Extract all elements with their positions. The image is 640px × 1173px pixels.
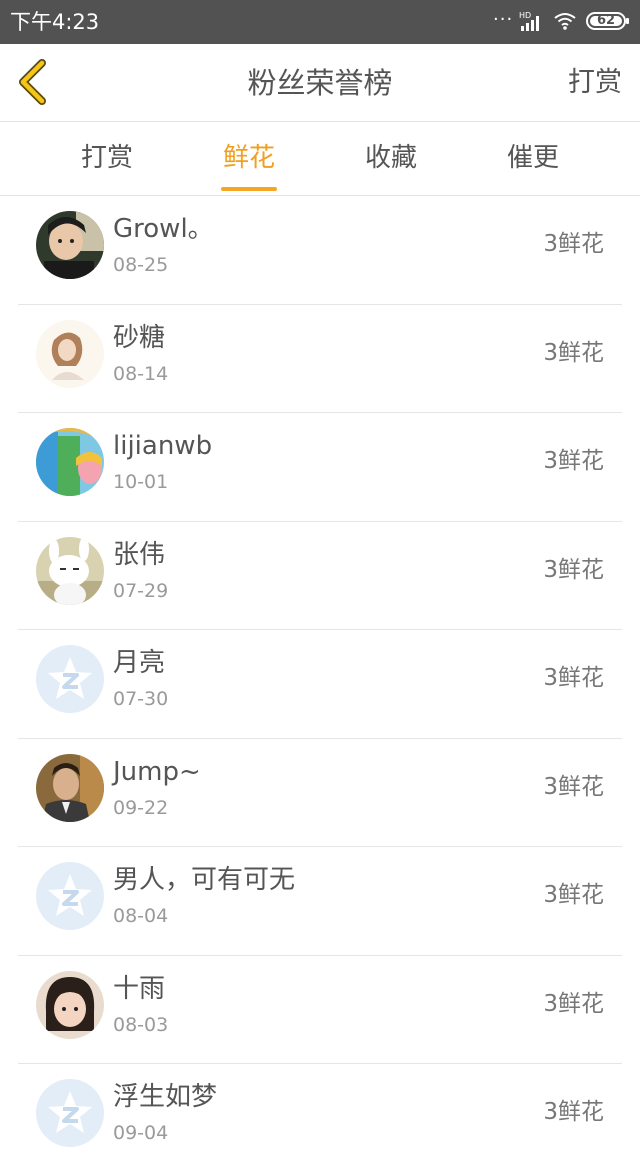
default-avatar-icon [36, 862, 104, 930]
fan-date: 08-04 [113, 905, 169, 927]
tab-urge-update[interactable]: 催更 [462, 122, 604, 195]
default-avatar-icon [36, 1079, 104, 1147]
flower-count: 3鲜花 [543, 1099, 604, 1125]
fan-date: 08-14 [113, 362, 169, 385]
avatar[interactable] [36, 645, 104, 713]
fan-row[interactable]: 男人，可有可无 08-04 3鲜花 [0, 847, 640, 956]
fan-name: 张伟 [113, 539, 166, 570]
fan-name: 浮生如梦 [113, 1082, 218, 1112]
fan-list: Growl。 08-25 3鲜花 砂糖 08-14 3鲜花 lijianwb 1… [0, 196, 640, 1173]
fan-row[interactable]: 张伟 07-29 3鲜花 [0, 522, 640, 630]
fan-name: Growl。 [113, 214, 214, 244]
fan-name: lijianwb [113, 431, 213, 461]
status-bar: 下午4:23 ··· HD 62 [0, 0, 640, 44]
page-title: 粉丝荣誉榜 [247, 66, 393, 100]
battery-level: 62 [596, 13, 616, 28]
avatar[interactable] [36, 1079, 104, 1147]
avatar[interactable] [36, 862, 104, 930]
fan-row[interactable]: Jump~ 09-22 3鲜花 [0, 739, 640, 847]
fan-row[interactable]: 十雨 08-03 3鲜花 [0, 956, 640, 1064]
fan-date: 07-29 [113, 579, 169, 602]
top-bar: 粉丝荣誉榜 打赏 [0, 44, 640, 122]
tab-label: 鲜花 [222, 143, 275, 173]
svg-text:HD: HD [519, 11, 531, 20]
avatar[interactable] [36, 211, 104, 279]
avatar[interactable] [36, 970, 104, 1039]
fan-date: 10-01 [113, 471, 169, 493]
flower-count: 3鲜花 [543, 231, 604, 257]
tab-flowers[interactable]: 鲜花 [178, 122, 320, 195]
flower-count: 3鲜花 [543, 990, 604, 1017]
flower-count: 3鲜花 [543, 556, 604, 583]
flower-count: 3鲜花 [543, 773, 604, 800]
fan-name: 月亮 [113, 648, 166, 678]
more-dots-icon: ··· [493, 9, 514, 30]
fan-row[interactable]: 月亮 07-30 3鲜花 [0, 630, 640, 739]
tab-label: 催更 [506, 143, 559, 173]
avatar[interactable] [36, 536, 104, 605]
fan-name: 十雨 [113, 973, 166, 1004]
signal-icon: HD [519, 11, 539, 31]
tab-reward[interactable]: 打赏 [36, 122, 178, 195]
avatar[interactable] [36, 753, 104, 822]
fan-name: 砂糖 [113, 322, 166, 353]
avatar[interactable] [36, 319, 104, 388]
fan-row[interactable]: 砂糖 08-14 3鲜花 [0, 305, 640, 413]
fan-date: 09-04 [113, 1122, 169, 1144]
default-avatar-icon [36, 645, 104, 713]
fan-date: 07-30 [113, 688, 169, 710]
fan-date: 09-22 [113, 796, 169, 819]
flower-count: 3鲜花 [543, 339, 604, 366]
tab-label: 打赏 [80, 143, 133, 173]
tab-bar: 打赏 鲜花 收藏 催更 [0, 122, 640, 196]
flower-count: 3鲜花 [543, 882, 604, 908]
tab-favorites[interactable]: 收藏 [320, 122, 462, 195]
fan-date: 08-03 [113, 1013, 169, 1036]
fan-name: Jump~ [113, 756, 201, 787]
status-time: 下午4:23 [10, 10, 100, 34]
reward-button[interactable]: 打赏 [568, 64, 622, 102]
avatar[interactable] [36, 428, 104, 496]
fan-name: 男人，可有可无 [113, 865, 296, 895]
wifi-icon [554, 13, 576, 30]
battery-icon: 62 [586, 12, 629, 30]
fan-row[interactable]: Growl。 08-25 3鲜花 [0, 196, 640, 305]
tab-label: 收藏 [364, 143, 417, 173]
active-tab-indicator [221, 187, 277, 191]
fan-row[interactable]: lijianwb 10-01 3鲜花 [0, 413, 640, 522]
fan-row[interactable]: 浮生如梦 09-04 3鲜花 [0, 1064, 640, 1173]
flower-count: 3鲜花 [543, 665, 604, 691]
fan-date: 08-25 [113, 254, 169, 276]
flower-count: 3鲜花 [543, 448, 604, 474]
